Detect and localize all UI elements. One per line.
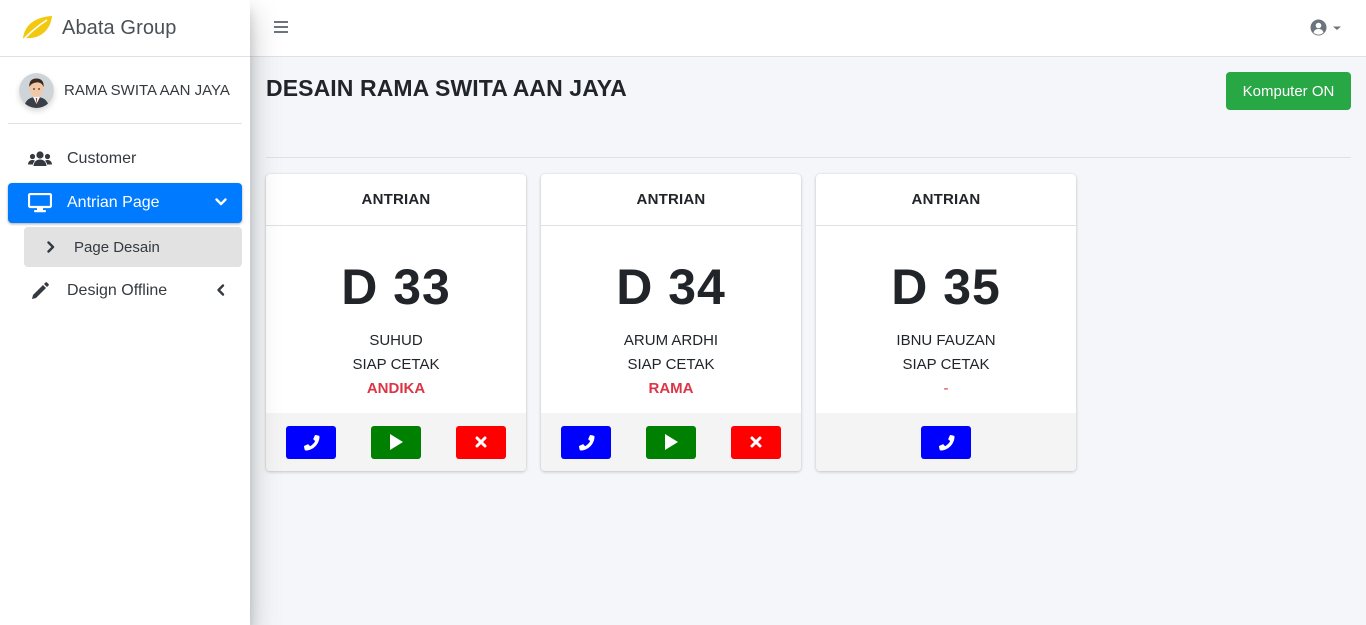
close-icon bbox=[750, 436, 762, 448]
user-menu-dropdown[interactable] bbox=[1310, 19, 1342, 36]
call-button[interactable] bbox=[921, 425, 971, 459]
phone-icon bbox=[578, 434, 594, 450]
customer-name: IBNU FAUZAN bbox=[896, 332, 996, 349]
komputer-on-button[interactable]: Komputer ON bbox=[1226, 72, 1351, 110]
pencil-icon bbox=[28, 281, 52, 301]
queue-card: ANTRIAN D 33 SUHUD SIAP CETAK ANDIKA bbox=[266, 174, 526, 471]
chevron-right-icon bbox=[46, 240, 58, 254]
card-header: ANTRIAN bbox=[816, 174, 1076, 226]
brand-link[interactable]: Abata Group bbox=[0, 0, 250, 57]
queue-number: D 34 bbox=[616, 259, 726, 315]
avatar bbox=[19, 72, 54, 108]
chevron-left-icon bbox=[217, 284, 225, 296]
card-footer bbox=[266, 413, 526, 471]
sidebar-item-customer[interactable]: Customer bbox=[8, 139, 242, 179]
queue-card: ANTRIAN D 34 ARUM ARDHI SIAP CETAK RAMA bbox=[541, 174, 801, 471]
sidebar-item-label: Customer bbox=[67, 150, 137, 167]
operator-name: RAMA bbox=[648, 380, 694, 397]
queue-number: D 35 bbox=[891, 259, 1001, 315]
operator-name: ANDIKA bbox=[366, 380, 426, 397]
close-icon bbox=[475, 436, 487, 448]
sidebar-item-label: Antrian Page bbox=[67, 194, 160, 211]
queue-status: SIAP CETAK bbox=[352, 356, 440, 373]
card-footer bbox=[816, 413, 1076, 471]
leaf-logo-icon bbox=[21, 16, 52, 42]
card-header: ANTRIAN bbox=[266, 174, 526, 226]
play-icon bbox=[665, 434, 678, 450]
sidebar-item-design-offline[interactable]: Design Offline bbox=[8, 271, 242, 311]
sidebar-subitem-page-desain[interactable]: Page Desain bbox=[24, 227, 242, 267]
sidebar-item-label: Page Desain bbox=[74, 238, 160, 256]
phone-icon bbox=[938, 434, 954, 450]
delete-button[interactable] bbox=[731, 425, 781, 459]
sidebar-item-antrian-page[interactable]: Antrian Page bbox=[8, 183, 242, 223]
card-header: ANTRIAN bbox=[541, 174, 801, 226]
phone-icon bbox=[303, 434, 319, 450]
users-icon bbox=[28, 149, 52, 169]
card-body: D 34 ARUM ARDHI SIAP CETAK RAMA bbox=[541, 226, 801, 413]
page-title: DESAIN RAMA SWITA AAN JAYA bbox=[266, 75, 627, 101]
delete-button[interactable] bbox=[456, 425, 506, 459]
user-name: RAMA SWITA AAN JAYA bbox=[64, 81, 230, 99]
play-button[interactable] bbox=[646, 425, 696, 459]
card-body: D 33 SUHUD SIAP CETAK ANDIKA bbox=[266, 226, 526, 413]
chevron-down-icon bbox=[215, 198, 227, 206]
operator-name: - bbox=[943, 380, 949, 397]
queue-number: D 33 bbox=[341, 259, 451, 315]
topbar bbox=[250, 0, 1366, 57]
divider bbox=[266, 157, 1351, 158]
card-body: D 35 IBNU FAUZAN SIAP CETAK - bbox=[816, 226, 1076, 413]
customer-name: SUHUD bbox=[369, 332, 423, 349]
call-button[interactable] bbox=[286, 425, 336, 459]
queue-cards: ANTRIAN D 33 SUHUD SIAP CETAK ANDIKA ANT… bbox=[266, 174, 1076, 471]
play-icon bbox=[390, 434, 403, 450]
card-footer bbox=[541, 413, 801, 471]
user-panel[interactable]: RAMA SWITA AAN JAYA bbox=[8, 57, 242, 124]
queue-card: ANTRIAN D 35 IBNU FAUZAN SIAP CETAK - bbox=[816, 174, 1076, 471]
hamburger-menu-icon[interactable] bbox=[274, 20, 288, 34]
queue-status: SIAP CETAK bbox=[627, 356, 715, 373]
play-button[interactable] bbox=[371, 425, 421, 459]
user-circle-icon bbox=[1310, 19, 1327, 36]
sidebar-item-label: Design Offline bbox=[67, 282, 168, 299]
queue-status: SIAP CETAK bbox=[902, 356, 990, 373]
desktop-icon bbox=[28, 193, 52, 213]
caret-down-icon bbox=[1333, 26, 1341, 30]
call-button[interactable] bbox=[561, 425, 611, 459]
sidebar-nav: Customer Antrian Page Page Desain Design… bbox=[0, 124, 250, 311]
sidebar: Abata Group RAMA SWITA AAN JAYA Customer… bbox=[0, 0, 250, 625]
main-content: DESAIN RAMA SWITA AAN JAYA Komputer ON A… bbox=[250, 57, 1366, 625]
brand-name: Abata Group bbox=[62, 16, 177, 39]
customer-name: ARUM ARDHI bbox=[623, 332, 719, 349]
